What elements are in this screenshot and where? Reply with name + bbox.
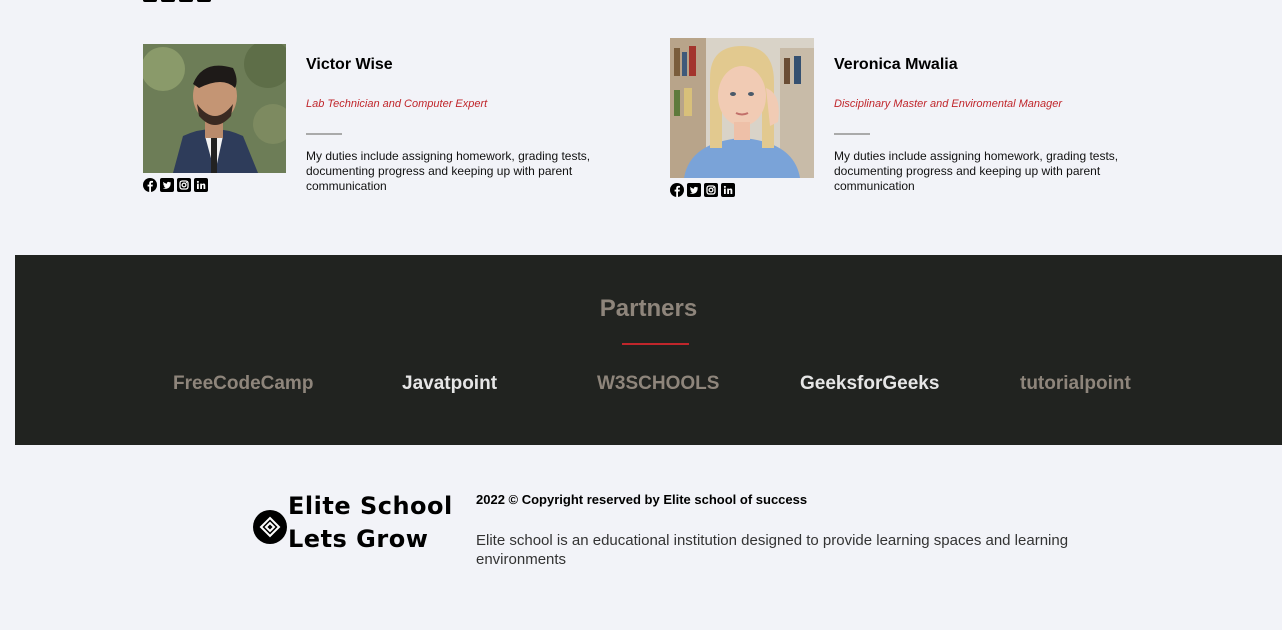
partner-link-tutorialpoint[interactable]: tutorialpoint [1020,373,1131,395]
divider [834,133,870,135]
member-role: Lab Technician and Computer Expert [306,98,488,110]
facebook-icon[interactable] [143,178,157,192]
logo-text-line1: Elite School [288,492,453,520]
member-photo [143,44,286,173]
partner-link-javatpoint[interactable]: Javatpoint [402,373,497,395]
twitter-icon[interactable] [160,178,174,192]
member-role: Disciplinary Master and Enviromental Man… [834,98,1063,110]
school-description: Elite school is an educational instituti… [476,532,1069,568]
footer-logo[interactable]: Elite School Lets Grow [253,492,453,560]
logo-text-line2: Lets Grow [288,525,429,553]
partners-section: Partners FreeCodeCamp Javatpoint W3SCHOO… [15,255,1282,445]
twitter-icon[interactable] [161,0,175,2]
linkedin-icon[interactable] [194,178,208,192]
member-socials [143,178,208,192]
member-name: Victor Wise [306,56,393,73]
partners-divider [622,343,689,345]
linkedin-icon[interactable] [721,183,735,197]
member-photo [670,38,814,178]
previous-member-social-icons [143,0,211,2]
member-name: Veronica Mwalia [834,56,958,73]
member-bio: My duties include assigning homework, gr… [306,149,591,193]
twitter-icon[interactable] [687,183,701,197]
facebook-icon[interactable] [670,183,684,197]
instagram-icon[interactable] [704,183,718,197]
partners-title: Partners [599,295,698,322]
instagram-icon[interactable] [177,178,191,192]
facebook-icon[interactable] [143,0,157,2]
partner-link-freecodecamp[interactable]: FreeCodeCamp [173,373,313,395]
linkedin-icon[interactable] [197,0,211,2]
school-logo-icon [253,510,287,544]
member-socials [670,183,735,197]
instagram-icon[interactable] [179,0,193,2]
divider [306,133,342,135]
partner-link-w3schools[interactable]: W3SCHOOLS [597,373,719,395]
partner-link-geeksforgeeks[interactable]: GeeksforGeeks [800,373,939,395]
copyright-text: 2022 © Copyright reserved by Elite schoo… [476,492,808,507]
member-bio: My duties include assigning homework, gr… [834,149,1119,193]
